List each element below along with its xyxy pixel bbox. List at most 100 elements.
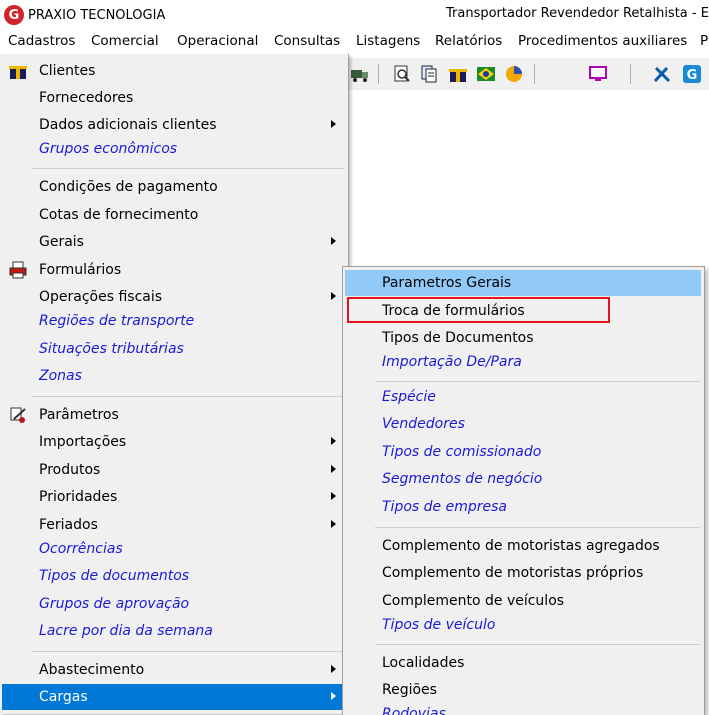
toolbar-separator — [534, 64, 535, 84]
menu-item-label: Importação De/Para — [382, 354, 522, 370]
menu-item-label: Grupos de aprovação — [39, 596, 190, 612]
menu-separator — [375, 644, 700, 645]
submenu-arrow-icon — [331, 237, 336, 245]
menu-item-tipos-de-documentos[interactable]: Tipos de documentos — [2, 563, 346, 589]
menu-item-label: Dados adicionais clientes — [39, 117, 217, 133]
app-logo-icon: G — [4, 5, 24, 25]
toolbar: G — [348, 58, 709, 90]
menu-item-grupos-de-aprovacao[interactable]: Grupos de aprovação — [2, 591, 346, 617]
menu-separator — [32, 168, 344, 169]
menu-item-label: Complemento de veículos — [382, 593, 565, 609]
menu-item-label: Parâmetros — [39, 407, 119, 423]
annotation-highlight-box — [347, 297, 610, 323]
submenu-arrow-icon — [331, 520, 336, 528]
menu-item-produtos[interactable]: Produtos — [2, 457, 346, 483]
menu-item-grupos-economicos[interactable]: Grupos econômicos — [2, 136, 346, 162]
menu-item-zonas[interactable]: Zonas — [2, 363, 346, 389]
menu-item-label: Abastecimento — [39, 662, 145, 678]
tools-icon[interactable] — [652, 64, 672, 84]
menu-procedimentos-auxiliares[interactable]: Procedimentos auxiliares — [518, 33, 687, 49]
menu-item-prioridades[interactable]: Prioridades — [2, 484, 346, 510]
menu-item-label: Vendedores — [382, 416, 465, 432]
menu-item-label: Lacre por dia da semana — [39, 623, 213, 639]
menu-item-label: Tipos de documentos — [39, 568, 190, 584]
title-bar: G PRAXIO TECNOLOGIA Transportador Revend… — [0, 0, 709, 30]
truck-icon[interactable] — [350, 64, 370, 84]
menu-separator — [375, 381, 700, 382]
menu-item-condicoes-de-pagamento[interactable]: Condições de pagamento — [2, 174, 346, 200]
menu-item-cotas-de-fornecimento[interactable]: Cotas de fornecimento — [2, 202, 346, 228]
menu-item-fornecedores[interactable]: Fornecedores — [2, 85, 346, 111]
menu-item-formularios[interactable]: Formulários — [2, 257, 346, 283]
menu-item-clientes[interactable]: Clientes — [2, 58, 346, 84]
menu-item-label: Operações fiscais — [39, 289, 163, 305]
brazil-flag-icon[interactable] — [476, 64, 496, 84]
submenu-item-segmentos-de-negocio[interactable]: Segmentos de negócio — [345, 466, 701, 492]
print-preview-icon[interactable] — [392, 64, 412, 84]
menu-item-regioes-de-transporte[interactable]: Regiões de transporte — [2, 308, 346, 334]
menu-item-label: Segmentos de negócio — [382, 471, 543, 487]
submenu-item-complemento-de-motoristas-agregados[interactable]: Complemento de motoristas agregados — [345, 533, 701, 559]
menu-p[interactable]: P — [700, 33, 708, 49]
submenu-item-tipos-de-documentos[interactable]: Tipos de Documentos — [345, 325, 701, 351]
menu-item-feriados[interactable]: Feriados — [2, 512, 346, 538]
menu-item-label: Parametros Gerais — [382, 275, 512, 291]
submenu-item-complemento-de-veiculos[interactable]: Complemento de veículos — [345, 588, 701, 614]
menu-item-ocorrencias[interactable]: Ocorrências — [2, 536, 346, 562]
menu-item-gerais[interactable]: Gerais — [2, 229, 346, 255]
cadastros-dropdown: Clientes Fornecedores Dados adicionais c… — [0, 54, 349, 714]
menu-item-dados-adicionais-clientes[interactable]: Dados adicionais clientes — [2, 112, 346, 138]
submenu-item-tipos-de-veiculo[interactable]: Tipos de veículo — [345, 612, 701, 638]
menu-bar: Cadastros Comercial Operacional Consulta… — [0, 30, 709, 54]
menu-item-operacoes-fiscais[interactable]: Operações fiscais — [2, 284, 346, 310]
submenu-item-localidades[interactable]: Localidades — [345, 650, 701, 676]
submenu-item-rodovias[interactable]: Rodovias — [345, 701, 701, 715]
toolbar-separator — [630, 64, 631, 84]
menu-item-label: Tipos de comissionado — [382, 444, 542, 460]
menu-item-label: Tipos de veículo — [382, 617, 496, 633]
menu-cadastros[interactable]: Cadastros — [8, 33, 75, 49]
menu-item-label: Complemento de motoristas agregados — [382, 538, 660, 554]
submenu-arrow-icon — [331, 437, 336, 445]
menu-item-parametros[interactable]: Parâmetros — [2, 402, 346, 428]
monitor-icon[interactable] — [588, 64, 608, 84]
submenu-arrow-icon — [331, 692, 336, 700]
g-logo-icon[interactable]: G — [682, 64, 702, 84]
menu-item-label: Situações tributárias — [39, 341, 184, 357]
menu-item-label: Ocorrências — [39, 541, 123, 557]
menu-listagens[interactable]: Listagens — [356, 33, 420, 49]
menu-item-label: Formulários — [39, 262, 122, 278]
menu-item-cargas[interactable]: Cargas — [2, 684, 346, 710]
menu-item-label: Condições de pagamento — [39, 179, 218, 195]
submenu-item-regioes[interactable]: Regiões — [345, 677, 701, 703]
menu-item-situacoes-tributarias[interactable]: Situações tributárias — [2, 336, 346, 362]
documents-icon[interactable] — [420, 64, 440, 84]
pie-chart-icon[interactable] — [504, 64, 524, 84]
menu-operacional[interactable]: Operacional — [177, 33, 258, 49]
menu-item-label: Espécie — [382, 389, 436, 405]
printer-icon — [9, 261, 27, 279]
menu-separator — [375, 527, 700, 528]
menu-item-label: Regiões de transporte — [39, 313, 195, 329]
app-name: PRAXIO TECNOLOGIA — [28, 7, 166, 23]
menu-consultas[interactable]: Consultas — [274, 33, 340, 49]
menu-item-label: Tipos de empresa — [382, 499, 507, 515]
gift-icon[interactable] — [448, 64, 468, 84]
submenu-item-importacao-de-para[interactable]: Importação De/Para — [345, 349, 701, 375]
submenu-item-complemento-de-motoristas-proprios[interactable]: Complemento de motoristas próprios — [345, 560, 701, 586]
submenu-item-tipos-de-empresa[interactable]: Tipos de empresa — [345, 494, 701, 520]
menu-item-label: Produtos — [39, 462, 101, 478]
submenu-item-tipos-de-comissionado[interactable]: Tipos de comissionado — [345, 439, 701, 465]
menu-item-label: Localidades — [382, 655, 465, 671]
menu-item-importacoes[interactable]: Importações — [2, 429, 346, 455]
menu-item-lacre-por-dia-da-semana[interactable]: Lacre por dia da semana — [2, 618, 346, 644]
menu-item-abastecimento[interactable]: Abastecimento — [2, 657, 346, 683]
menu-item-label: Importações — [39, 434, 127, 450]
submenu-item-parametros-gerais[interactable]: Parametros Gerais — [345, 270, 701, 296]
submenu-item-vendedores[interactable]: Vendedores — [345, 411, 701, 437]
parameters-icon — [10, 407, 26, 423]
menu-comercial[interactable]: Comercial — [91, 33, 159, 49]
menu-separator — [32, 396, 344, 397]
submenu-item-especie[interactable]: Espécie — [345, 384, 701, 410]
menu-relatorios[interactable]: Relatórios — [435, 33, 502, 49]
